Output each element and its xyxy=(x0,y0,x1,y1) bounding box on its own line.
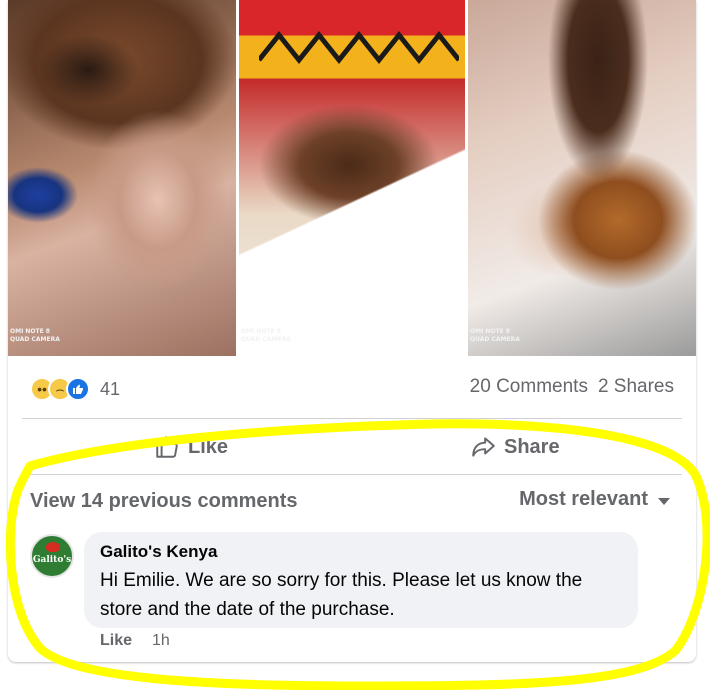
photo-2[interactable]: OMI NOTE 8 QUAD CAMERA xyxy=(239,0,465,356)
comment-actions: Like 1h xyxy=(100,632,170,650)
divider xyxy=(22,474,682,475)
engagement-counts: 20 Comments 2 Shares xyxy=(470,376,674,398)
like-reaction-icon xyxy=(66,377,90,401)
sort-label: Most relevant xyxy=(519,488,648,510)
comment-author[interactable]: Galito's Kenya xyxy=(100,542,622,562)
camera-watermark-line2: QUAD CAMERA xyxy=(241,336,291,343)
share-arrow-icon xyxy=(472,437,495,457)
divider xyxy=(22,418,682,419)
caret-down-icon xyxy=(658,498,670,505)
camera-watermark: OMI NOTE 8 QUAD CAMERA xyxy=(241,328,291,344)
view-previous-comments-link[interactable]: View 14 previous comments xyxy=(30,490,298,513)
comment-timestamp[interactable]: 1h xyxy=(152,632,170,650)
box-zigzag-pattern xyxy=(259,30,459,65)
camera-watermark-line2: QUAD CAMERA xyxy=(10,336,60,343)
share-label: Share xyxy=(504,435,560,458)
reaction-count: 41 xyxy=(100,378,121,399)
comment-like-button[interactable]: Like xyxy=(100,632,132,650)
camera-watermark-line1: OMI NOTE 8 xyxy=(10,328,50,335)
avatar[interactable]: Galito's xyxy=(30,534,74,578)
comments-count-link[interactable]: 20 Comments xyxy=(470,376,588,398)
avatar-logo-text: Galito's xyxy=(32,555,72,565)
comment-sort-dropdown[interactable]: Most relevant xyxy=(519,488,670,511)
camera-watermark: OMI NOTE 8 QUAD CAMERA xyxy=(10,328,60,344)
comment-text: Hi Emilie. We are so sorry for this. Ple… xyxy=(100,570,583,620)
like-label: Like xyxy=(188,435,229,458)
like-button[interactable]: Like xyxy=(154,426,228,468)
camera-watermark: OMI NOTE 8 QUAD CAMERA xyxy=(470,328,520,344)
photo-grid: OMI NOTE 8 QUAD CAMERA OMI NOTE 8 QUAD C… xyxy=(8,0,696,356)
share-button[interactable]: Share xyxy=(470,426,560,468)
rooster-logo-icon xyxy=(46,542,60,552)
photo-1[interactable]: OMI NOTE 8 QUAD CAMERA xyxy=(8,0,236,356)
comment-bubble: Galito's Kenya Hi Emilie. We are so sorr… xyxy=(84,532,638,628)
reaction-summary[interactable]: •• ⌢ 41 xyxy=(30,372,120,406)
thumbs-up-icon xyxy=(156,436,178,458)
photo-3[interactable]: OMI NOTE 8 QUAD CAMERA xyxy=(468,0,696,356)
camera-watermark-line1: OMI NOTE 8 xyxy=(470,328,510,335)
post-card: OMI NOTE 8 QUAD CAMERA OMI NOTE 8 QUAD C… xyxy=(8,0,696,662)
shares-count-link[interactable]: 2 Shares xyxy=(598,376,674,398)
camera-watermark-line1: OMI NOTE 8 xyxy=(241,328,281,335)
camera-watermark-line2: QUAD CAMERA xyxy=(470,336,520,343)
